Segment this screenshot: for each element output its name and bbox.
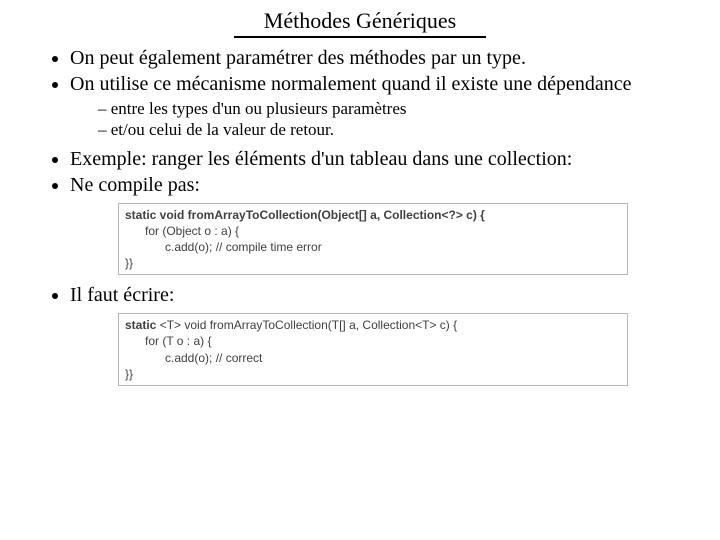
bullet-3: Exemple: ranger les éléments d'un tablea… (70, 147, 690, 171)
code1-line3: c.add(o); // compile time error (125, 239, 621, 255)
code1-line2: for (Object o : a) { (125, 223, 621, 239)
code2-rest: <T> void fromArrayToCollection(T[] a, Co… (160, 318, 457, 332)
code2-kw: static (125, 318, 160, 332)
sub-2: et/ou celui de la valeur de retour. (98, 119, 690, 140)
bullet-2: On utilise ce mécanisme normalement quan… (70, 72, 690, 141)
code2-line3: c.add(o); // correct (125, 350, 621, 366)
code1-line1: static void fromArrayToCollection(Object… (125, 208, 485, 222)
bullet-5: Il faut écrire: (70, 283, 690, 307)
code2-line1: static <T> void fromArrayToCollection(T[… (125, 318, 457, 332)
sub-list: entre les types d'un ou plusieurs paramè… (70, 98, 690, 141)
bullet-list-2: Il faut écrire: (30, 283, 690, 307)
bullet-4: Ne compile pas: (70, 173, 690, 197)
code2-line2: for (T o : a) { (125, 333, 621, 349)
bullet-list: On peut également paramétrer des méthode… (30, 46, 690, 197)
code2-line4: }} (125, 367, 133, 381)
bullet-2-text: On utilise ce mécanisme normalement quan… (70, 73, 631, 95)
slide: Méthodes Génériques On peut également pa… (0, 0, 720, 540)
code-block-1: static void fromArrayToCollection(Object… (118, 203, 628, 276)
title-wrap: Méthodes Génériques (30, 8, 690, 38)
code1-line4: }} (125, 256, 133, 270)
slide-title: Méthodes Génériques (234, 8, 486, 38)
bullet-1: On peut également paramétrer des méthode… (70, 46, 690, 70)
code-block-2: static <T> void fromArrayToCollection(T[… (118, 313, 628, 386)
sub-1: entre les types d'un ou plusieurs paramè… (98, 98, 690, 119)
